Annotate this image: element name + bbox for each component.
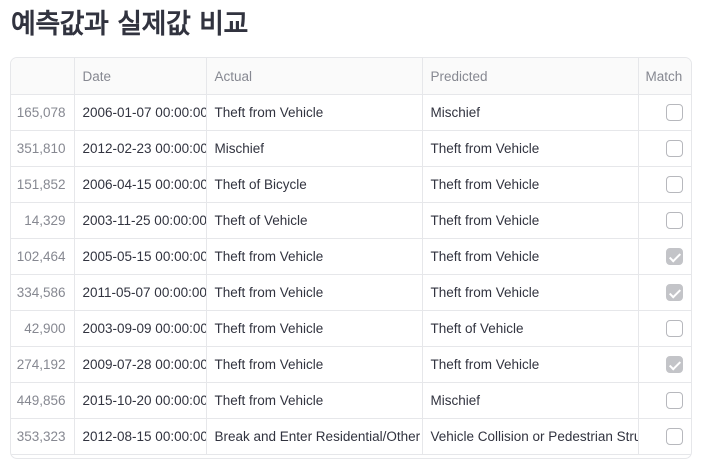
actual-cell[interactable]: Break and Enter Residential/Other [206,418,423,455]
row-index-cell[interactable]: 14,329 [11,202,75,239]
page-title: 예측값과 실제값 비교 [11,9,248,40]
column-header-actual[interactable]: Actual [206,58,423,95]
actual-cell[interactable]: Theft from Vehicle [206,346,423,383]
date-cell[interactable]: 2009-07-28 00:00:00 [74,346,207,383]
date-cell[interactable]: 2005-05-15 00:00:00 [74,238,207,275]
date-cell[interactable]: 2003-11-25 00:00:00 [74,202,207,239]
match-checkbox[interactable] [666,176,683,193]
actual-cell[interactable]: Theft from Vehicle [206,94,423,131]
match-cell[interactable] [638,346,691,383]
match-checkbox[interactable] [666,140,683,157]
comparison-table: Date Actual Predicted Match 165,078 2006-… [11,58,691,455]
match-checkbox[interactable] [666,392,683,409]
row-index-cell[interactable]: 102,464 [11,238,75,275]
predicted-cell[interactable]: Theft of Vehicle [422,310,639,347]
table-row[interactable]: 165,078 2006-01-07 00:00:00 Theft from Veh… [11,94,691,131]
column-header-predicted[interactable]: Predicted [422,58,639,95]
row-index-cell[interactable]: 449,856 [11,382,75,419]
match-cell[interactable] [638,166,691,203]
table-row[interactable]: 353,323 2012-08-15 00:00:00 Break and Ente… [11,418,691,455]
match-cell[interactable] [638,274,691,311]
predicted-cell[interactable]: Theft from Vehicle [422,166,639,203]
match-checkbox[interactable] [666,284,683,301]
predicted-cell[interactable]: Theft from Vehicle [422,202,639,239]
date-cell[interactable]: 2015-10-20 00:00:00 [74,382,207,419]
match-cell[interactable] [638,310,691,347]
date-cell[interactable]: 2006-04-15 00:00:00 [74,166,207,203]
actual-cell[interactable]: Theft from Vehicle [206,274,423,311]
match-checkbox[interactable] [666,320,683,337]
actual-cell[interactable]: Theft from Vehicle [206,382,423,419]
actual-cell[interactable]: Theft from Vehicle [206,238,423,275]
actual-cell[interactable]: Mischief [206,130,423,167]
match-cell[interactable] [638,202,691,239]
predicted-cell[interactable]: Vehicle Collision or Pedestrian Struck [422,418,639,455]
row-index-cell[interactable]: 42,900 [11,310,75,347]
data-grid[interactable]: Date Actual Predicted Match 165,078 2006-… [10,57,692,459]
table-row[interactable]: 151,852 2006-04-15 00:00:00 Theft of Bicyc… [11,166,691,203]
match-cell[interactable] [638,94,691,131]
row-index-cell[interactable]: 151,852 [11,166,75,203]
row-index-cell[interactable]: 353,323 [11,418,75,455]
match-checkbox[interactable] [666,428,683,445]
match-cell[interactable] [638,238,691,275]
match-checkbox[interactable] [666,212,683,229]
table-row[interactable]: 42,900 2003-09-09 00:00:00 Theft from Vehi… [11,310,691,347]
match-cell[interactable] [638,130,691,167]
match-cell[interactable] [638,418,691,455]
row-index-cell[interactable]: 351,810 [11,130,75,167]
predicted-cell[interactable]: Mischief [422,382,639,419]
column-header-match[interactable]: Match [638,58,691,95]
table-row[interactable]: 102,464 2005-05-15 00:00:00 Theft from Veh… [11,238,691,275]
date-cell[interactable]: 2011-05-07 00:00:00 [74,274,207,311]
table-row[interactable]: 334,586 2011-05-07 00:00:00 Theft from Veh… [11,274,691,311]
predicted-cell[interactable]: Theft from Vehicle [422,238,639,275]
table-row[interactable]: 351,810 2012-02-23 00:00:00 Mischief Theft … [11,130,691,167]
match-checkbox[interactable] [666,104,683,121]
predicted-cell[interactable]: Mischief [422,94,639,131]
date-cell[interactable]: 2003-09-09 00:00:00 [74,310,207,347]
actual-cell[interactable]: Theft of Bicycle [206,166,423,203]
predicted-cell[interactable]: Theft from Vehicle [422,274,639,311]
row-index-cell[interactable]: 165,078 [11,94,75,131]
table-row[interactable]: 274,192 2009-07-28 00:00:00 Theft from Veh… [11,346,691,383]
actual-cell[interactable]: Theft of Vehicle [206,202,423,239]
table-row[interactable]: 449,856 2015-10-20 00:00:00 Theft from Veh… [11,382,691,419]
row-index-cell[interactable]: 274,192 [11,346,75,383]
date-cell[interactable]: 2006-01-07 00:00:00 [74,94,207,131]
match-cell[interactable] [638,382,691,419]
match-checkbox[interactable] [666,248,683,265]
date-cell[interactable]: 2012-02-23 00:00:00 [74,130,207,167]
table-row[interactable]: 14,329 2003-11-25 00:00:00 Theft of Vehicl… [11,202,691,239]
date-cell[interactable]: 2012-08-15 00:00:00 [74,418,207,455]
column-header-index[interactable] [11,58,75,95]
actual-cell[interactable]: Theft from Vehicle [206,310,423,347]
row-index-cell[interactable]: 334,586 [11,274,75,311]
predicted-cell[interactable]: Theft from Vehicle [422,130,639,167]
match-checkbox[interactable] [666,356,683,373]
column-header-date[interactable]: Date [74,58,207,95]
header-row: Date Actual Predicted Match [11,58,691,95]
predicted-cell[interactable]: Theft from Vehicle [422,346,639,383]
